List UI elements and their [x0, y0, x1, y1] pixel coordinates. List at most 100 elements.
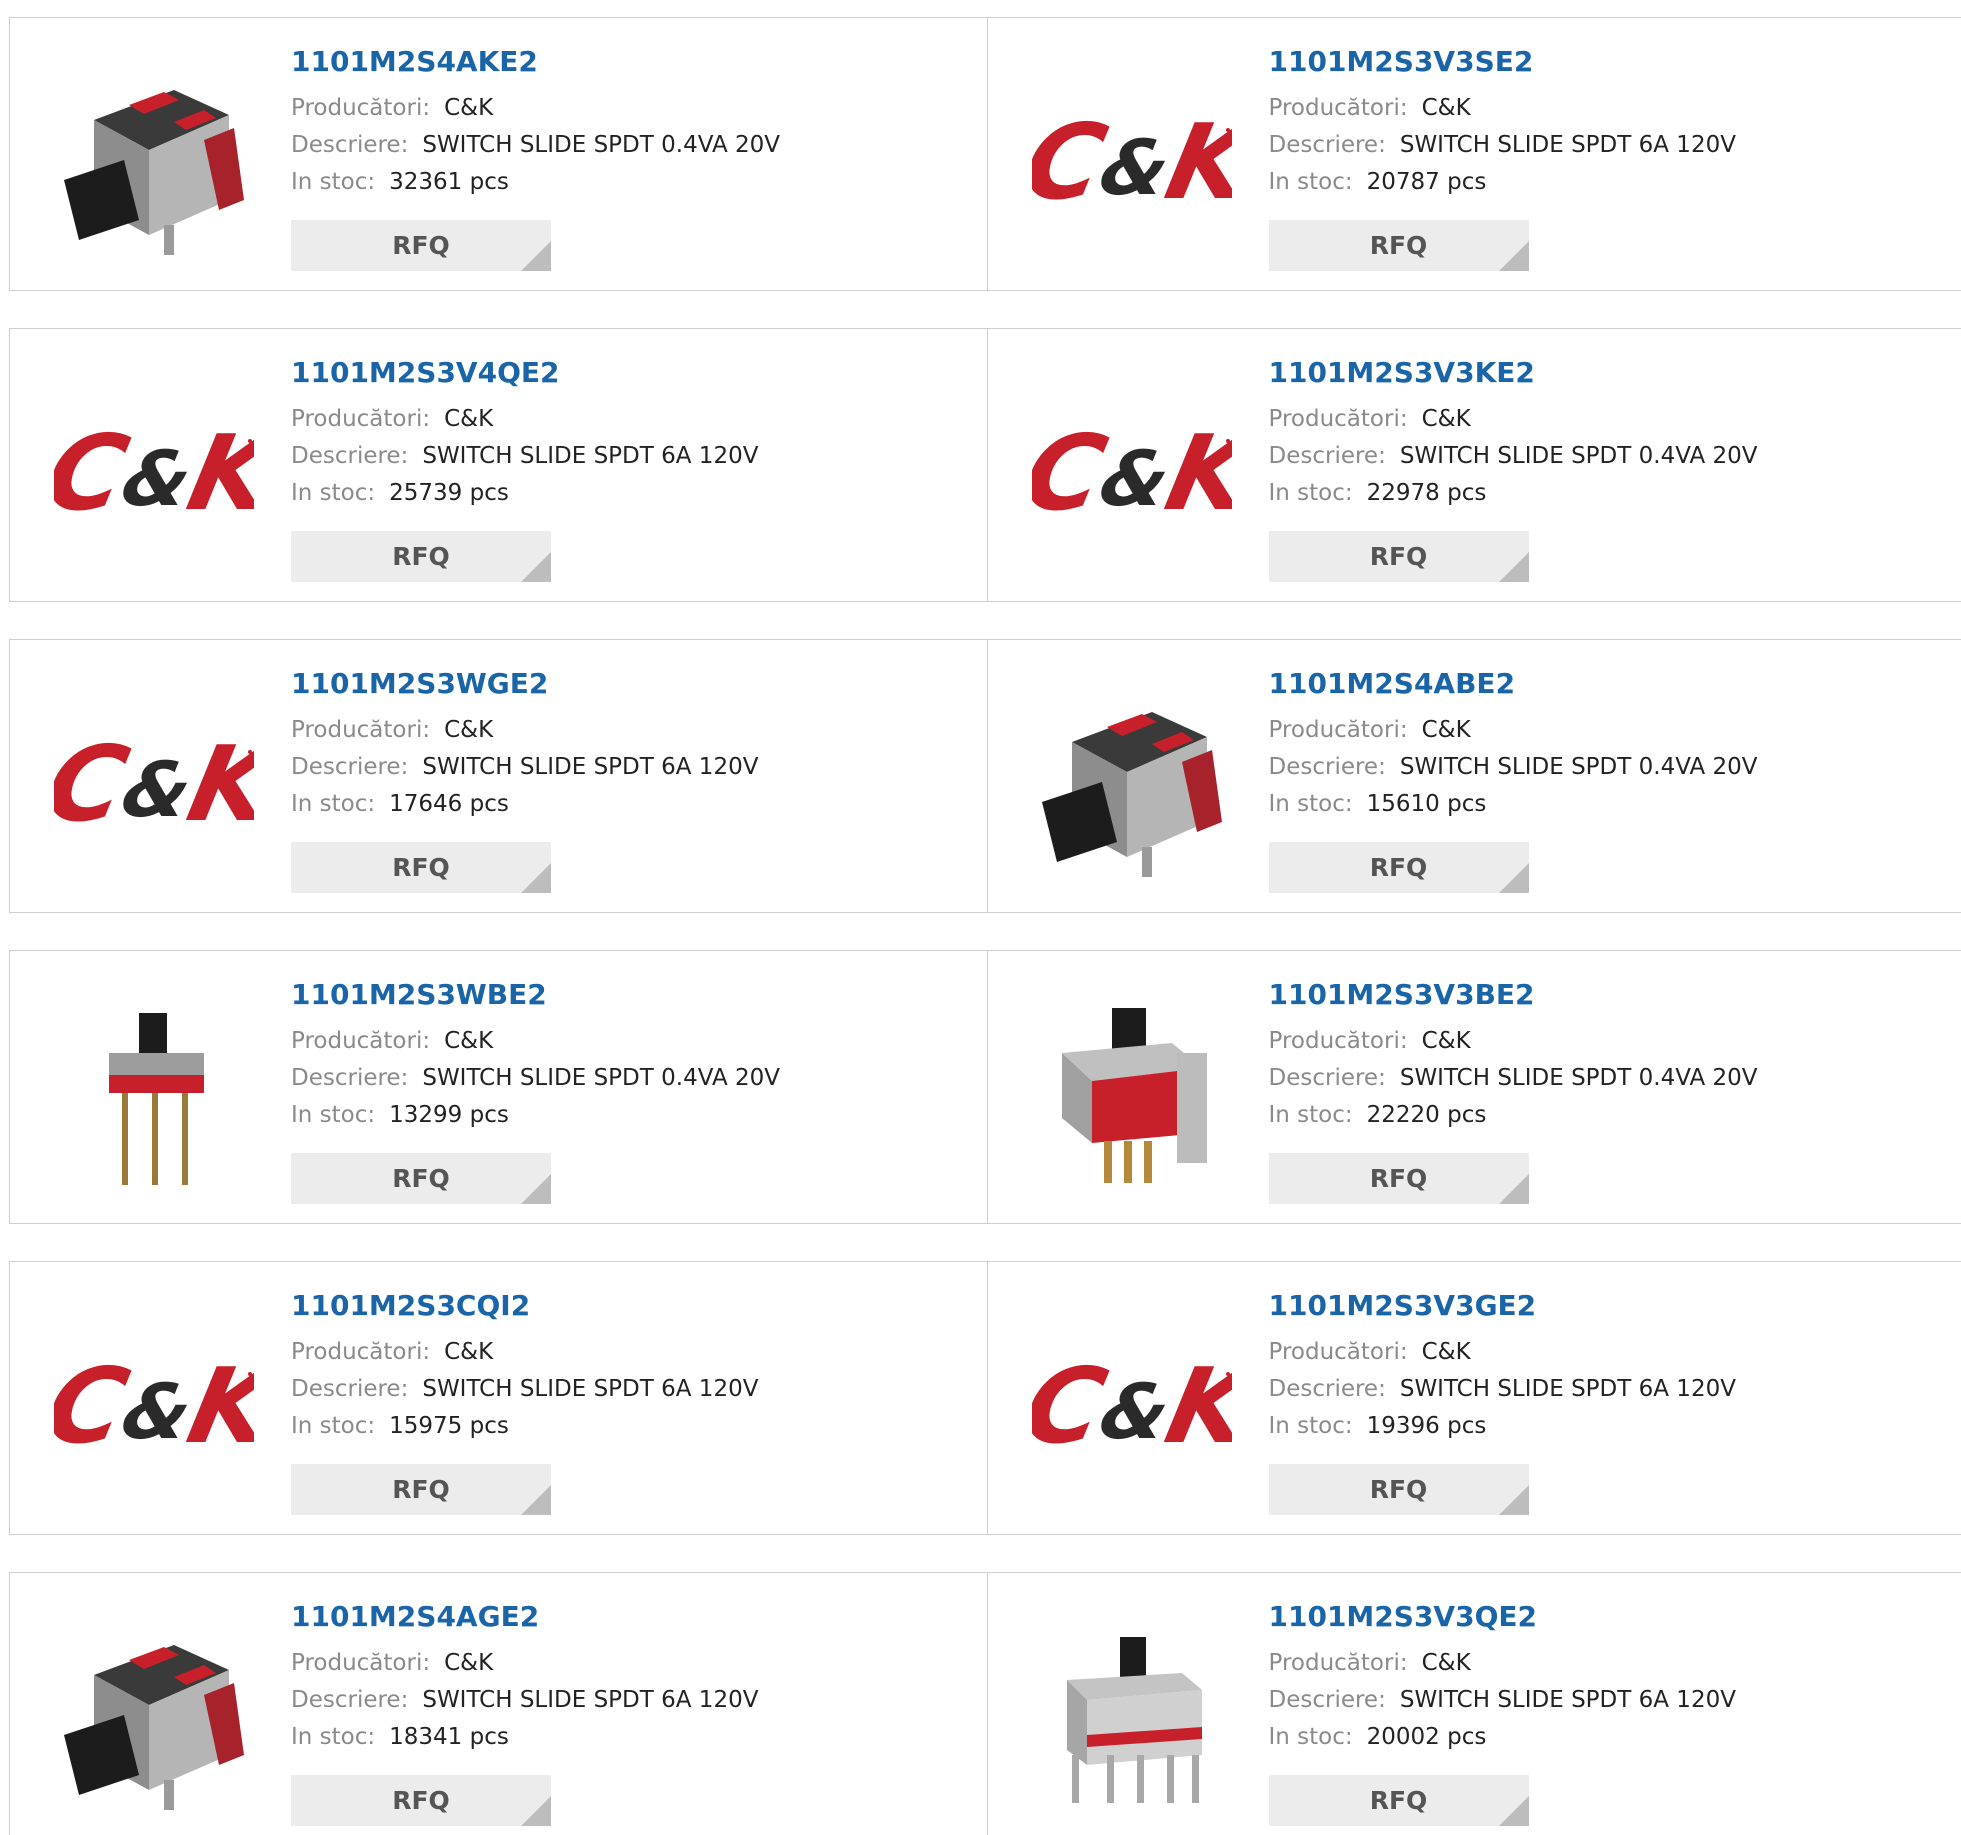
- manufacturer-line: Producători: C&K: [291, 1645, 987, 1682]
- product-part-link[interactable]: 1101M2S4ABE2: [1269, 670, 1961, 698]
- rfq-button-label: RFQ: [1369, 853, 1428, 882]
- product-card: C&K 1101M2S3V3SE2 Producători: C&K Descriere…: [986, 18, 1961, 290]
- stock-line: In stoc: 15610 pcs: [1269, 786, 1961, 823]
- product-part-link[interactable]: 1101M2S3WGE2: [291, 670, 987, 698]
- stock-value: 15975 pcs: [389, 1413, 509, 1439]
- rfq-button[interactable]: RFQ: [291, 220, 551, 271]
- description-value: SWITCH SLIDE SPDT 0.4VA 20V: [422, 132, 781, 158]
- manufacturer-label: Producători:: [1268, 1339, 1408, 1365]
- product-image[interactable]: [1028, 678, 1236, 886]
- product-part-link[interactable]: 1101M2S3V3KE2: [1269, 359, 1961, 387]
- product-row: C&K 1101M2S3V4QE2 Producători: C&K Descriere…: [9, 328, 1961, 602]
- stock-line: In stoc: 22220 pcs: [1269, 1097, 1961, 1134]
- product-info: 1101M2S4AGE2 Producători: C&K Descriere: SWI…: [291, 1603, 987, 1756]
- rfq-button[interactable]: RFQ: [1268, 531, 1529, 582]
- stock-line: In stoc: 18341 pcs: [291, 1719, 987, 1756]
- product-card: C&K 1101M2S3V3KE2 Producători: C&K Descriere…: [986, 329, 1961, 601]
- stock-label: In stoc:: [291, 1724, 376, 1750]
- rfq-button[interactable]: RFQ: [1268, 1153, 1529, 1204]
- product-image[interactable]: [50, 1611, 258, 1819]
- stock-value: 19396 pcs: [1366, 1413, 1487, 1439]
- product-part-link[interactable]: 1101M2S3V3SE2: [1269, 48, 1961, 76]
- description-label: Descriere:: [1268, 1376, 1386, 1402]
- description-label: Descriere:: [291, 1376, 409, 1402]
- description-label: Descriere:: [1268, 1687, 1386, 1713]
- manufacturer-label: Producători:: [291, 95, 431, 121]
- description-label: Descriere:: [291, 754, 409, 780]
- rfq-button[interactable]: RFQ: [291, 1775, 551, 1826]
- manufacturer-value: C&K: [1421, 406, 1471, 432]
- stock-label: In stoc:: [1268, 480, 1353, 506]
- product-image[interactable]: [1028, 989, 1236, 1197]
- rfq-button[interactable]: RFQ: [291, 1153, 551, 1204]
- description-line: Descriere: SWITCH SLIDE SPDT 0.4VA 20V: [291, 1060, 987, 1097]
- stock-line: In stoc: 22978 pcs: [1269, 475, 1961, 512]
- ck-logo-image[interactable]: C&K: [1028, 56, 1236, 264]
- stock-label: In stoc:: [1268, 1724, 1353, 1750]
- manufacturer-label: Producători:: [291, 1339, 431, 1365]
- product-part-link[interactable]: 1101M2S4AKE2: [291, 48, 987, 76]
- product-part-link[interactable]: 1101M2S3CQI2: [291, 1292, 987, 1320]
- stock-value: 32361 pcs: [389, 169, 509, 195]
- manufacturer-label: Producători:: [291, 1650, 431, 1676]
- rfq-button[interactable]: RFQ: [1268, 220, 1529, 271]
- stock-label: In stoc:: [1268, 791, 1353, 817]
- stock-value: 17646 pcs: [389, 791, 509, 817]
- product-part-link[interactable]: 1101M2S3V3BE2: [1269, 981, 1961, 1009]
- product-info: 1101M2S4ABE2 Producători: C&K Descriere: SWI…: [1269, 670, 1961, 823]
- svg-text:C&K: C&K: [54, 1345, 254, 1467]
- rfq-button[interactable]: RFQ: [291, 531, 551, 582]
- ck-logo-image[interactable]: C&K: [1028, 367, 1236, 575]
- stock-label: In stoc:: [291, 1102, 376, 1128]
- stock-line: In stoc: 32361 pcs: [291, 164, 987, 201]
- ck-logo-image[interactable]: C&K: [50, 678, 258, 886]
- description-value: SWITCH SLIDE SPDT 6A 120V: [422, 1687, 759, 1713]
- stock-value: 13299 pcs: [389, 1102, 509, 1128]
- rfq-button[interactable]: RFQ: [1268, 1464, 1529, 1515]
- description-label: Descriere:: [291, 132, 409, 158]
- rfq-button[interactable]: RFQ: [291, 842, 551, 893]
- product-info: 1101M2S3V4QE2 Producători: C&K Descriere: SW…: [291, 359, 987, 512]
- stock-label: In stoc:: [291, 480, 376, 506]
- manufacturer-value: C&K: [444, 717, 494, 743]
- product-image[interactable]: [50, 56, 258, 264]
- corner-triangle-icon: [521, 1174, 551, 1204]
- rfq-button[interactable]: RFQ: [1268, 842, 1529, 893]
- manufacturer-value: C&K: [444, 406, 494, 432]
- product-row: 1101M2S4AGE2 Producători: C&K Descriere: SWI…: [9, 1572, 1961, 1835]
- ck-logo-image[interactable]: C&K: [1028, 1300, 1236, 1508]
- corner-triangle-icon: [1498, 863, 1529, 893]
- product-card: 1101M2S4ABE2 Producători: C&K Descriere: SWI…: [986, 640, 1961, 912]
- product-part-link[interactable]: 1101M2S4AGE2: [291, 1603, 987, 1631]
- description-label: Descriere:: [1268, 132, 1386, 158]
- rfq-button-label: RFQ: [1369, 542, 1428, 571]
- product-part-link[interactable]: 1101M2S3WBE2: [291, 981, 987, 1009]
- manufacturer-line: Producători: C&K: [291, 1023, 987, 1060]
- product-image[interactable]: [1028, 1611, 1236, 1819]
- description-value: SWITCH SLIDE SPDT 0.4VA 20V: [422, 1065, 781, 1091]
- product-card: 1101M2S3V3QE2 Producători: C&K Descriere: SW…: [986, 1573, 1961, 1835]
- product-row: 1101M2S4AKE2 Producători: C&K Descriere: SWI…: [9, 17, 1961, 291]
- manufacturer-line: Producători: C&K: [1269, 712, 1961, 749]
- manufacturer-line: Producători: C&K: [1269, 401, 1961, 438]
- product-image[interactable]: [50, 989, 258, 1197]
- product-info: 1101M2S3V3QE2 Producători: C&K Descriere: SW…: [1269, 1603, 1961, 1756]
- manufacturer-value: C&K: [1421, 717, 1471, 743]
- stock-label: In stoc:: [291, 1413, 376, 1439]
- description-line: Descriere: SWITCH SLIDE SPDT 6A 120V: [1269, 1371, 1961, 1408]
- product-info: 1101M2S3V3KE2 Producători: C&K Descriere: SW…: [1269, 359, 1961, 512]
- product-part-link[interactable]: 1101M2S3V4QE2: [291, 359, 987, 387]
- rfq-button[interactable]: RFQ: [291, 1464, 551, 1515]
- ck-logo-image[interactable]: C&K: [50, 367, 258, 575]
- stock-value: 22978 pcs: [1366, 480, 1487, 506]
- manufacturer-label: Producători:: [291, 406, 431, 432]
- product-part-link[interactable]: 1101M2S3V3QE2: [1269, 1603, 1961, 1631]
- description-line: Descriere: SWITCH SLIDE SPDT 0.4VA 20V: [1269, 1060, 1961, 1097]
- rfq-button-label: RFQ: [392, 1786, 450, 1815]
- ck-logo-image[interactable]: C&K: [50, 1300, 258, 1508]
- manufacturer-value: C&K: [444, 1650, 494, 1676]
- rfq-button[interactable]: RFQ: [1268, 1775, 1529, 1826]
- corner-triangle-icon: [521, 552, 551, 582]
- rfq-button-label: RFQ: [392, 853, 450, 882]
- product-part-link[interactable]: 1101M2S3V3GE2: [1269, 1292, 1961, 1320]
